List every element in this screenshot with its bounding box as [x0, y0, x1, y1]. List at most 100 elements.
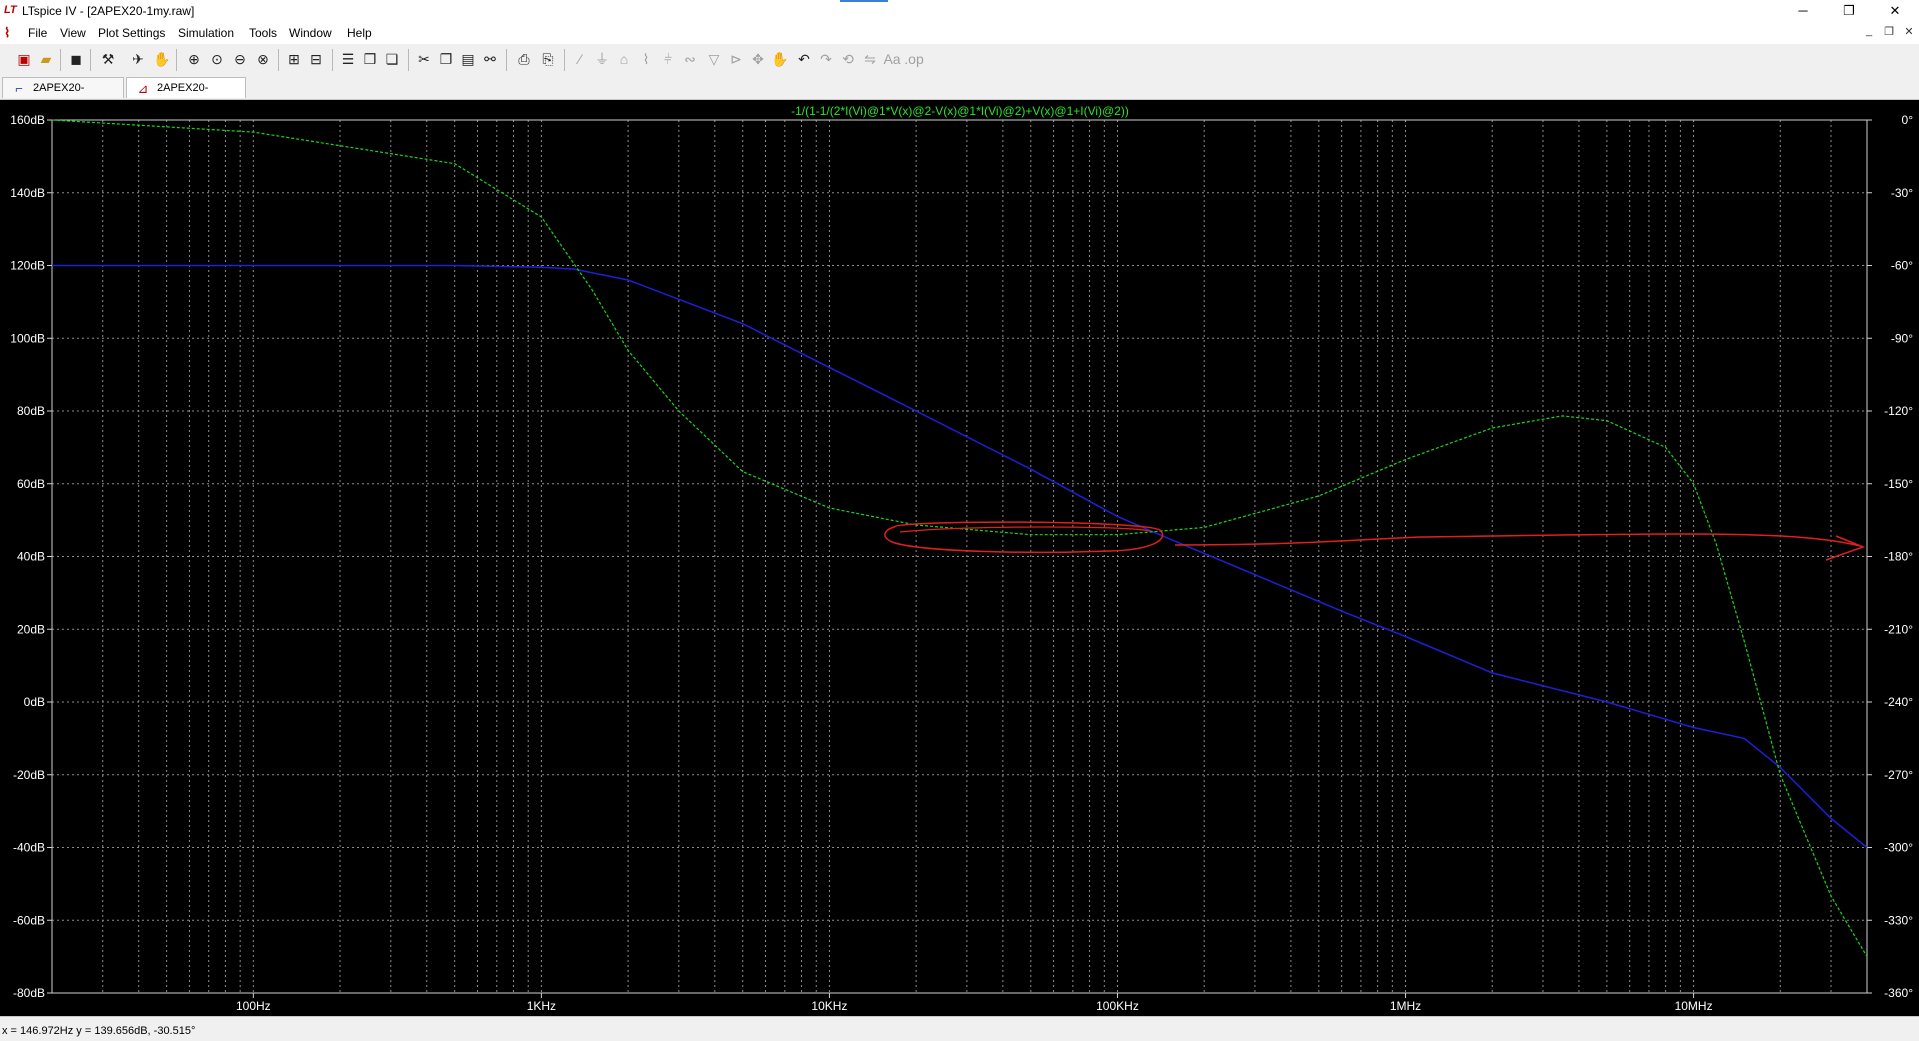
toolbar-separator — [90, 49, 91, 71]
y-right-tick-label: -120° — [1884, 404, 1913, 418]
menu-file[interactable]: File — [26, 25, 49, 41]
y-left-tick-label: 60dB — [17, 477, 45, 491]
tab-waveform[interactable]: ⊿ 2APEX20-1my.raw — [126, 77, 246, 115]
y-right-tick-label: -330° — [1884, 913, 1913, 927]
tile-horizontal-icon[interactable]: ☰ — [338, 49, 358, 69]
y-right-tick-label: -210° — [1884, 622, 1913, 636]
axis-labels: 160dB 140dB 120dB 100dB 80dB 60dB 40dB 20dB 0dB -… — [10, 113, 1913, 1013]
toolbar: ▣ ▰ ◼ ⚒ ✈ ✋ ⊕ ⊙ ⊖ ⊗ ⊞ ⊟ ☰ ❒ ❏ ✂ ❐ ▤ ⚯ ⎙ … — [0, 44, 1919, 76]
print-preview-icon[interactable]: ⎙ — [514, 49, 534, 69]
menu-plot-settings[interactable]: Plot Settings — [96, 25, 167, 41]
tab-schematic[interactable]: ⌐ 2APEX20-1my.asc — [2, 77, 124, 115]
mdi-close-button[interactable]: ✕ — [1902, 25, 1916, 38]
cascade-icon[interactable]: ❏ — [382, 49, 402, 69]
mdi-minimize-button[interactable]: _ — [1862, 25, 1876, 37]
annotation-arrow-line — [1174, 533, 1861, 547]
x-tick-label: 1MHz — [1390, 999, 1421, 1013]
y-right-tick-label: -300° — [1884, 841, 1913, 855]
new-schematic-icon[interactable]: ▣ — [14, 49, 34, 69]
y-left-tick-label: 120dB — [10, 259, 45, 273]
toolbar-separator — [60, 49, 61, 71]
hand-drawn-annotation — [884, 521, 1866, 561]
run-icon[interactable]: ✈ — [128, 49, 148, 69]
drag-icon[interactable]: ✋ — [770, 49, 790, 69]
cut-icon[interactable]: ✂ — [414, 49, 434, 69]
move-icon[interactable]: ✥ — [748, 49, 768, 69]
magnitude-trace — [52, 264, 1868, 849]
inductor-icon[interactable]: ∾ — [680, 49, 700, 69]
zoom-full-icon[interactable]: ⊙ — [207, 49, 227, 69]
undo-icon[interactable]: ↶ — [794, 49, 814, 69]
zoom-out-icon[interactable]: ⊖ — [230, 49, 250, 69]
x-tick-label: 10MHz — [1675, 999, 1713, 1013]
y-left-tick-label: 0dB — [24, 695, 45, 709]
find-icon[interactable]: ⚯ — [480, 49, 500, 69]
y-left-tick-label: 20dB — [17, 622, 45, 636]
print-icon[interactable]: ⎘ — [538, 49, 558, 69]
cursor-readout: x = 146.972Hz y = 139.656dB, -30.515° — [2, 1025, 196, 1037]
document-tab-bar: ⌐ 2APEX20-1my.asc ⊿ 2APEX20-1my.raw — [0, 75, 1919, 115]
restore-button[interactable]: ❐ — [1826, 0, 1872, 22]
menu-window[interactable]: Window — [287, 25, 334, 41]
schematic-icon: ⌐ — [15, 81, 23, 96]
x-tick-label: 10KHz — [811, 999, 847, 1013]
toolbar-separator — [332, 49, 333, 71]
paste-icon[interactable]: ▤ — [458, 49, 478, 69]
plot-frame — [51, 119, 1868, 994]
component-icon[interactable]: ⊳ — [726, 49, 746, 69]
phase-trace — [51, 119, 1868, 957]
halt-icon[interactable]: ✋ — [152, 49, 172, 69]
open-icon[interactable]: ▰ — [36, 49, 56, 69]
label-icon[interactable]: ⌂ — [614, 49, 634, 69]
copy-icon[interactable]: ❐ — [436, 49, 456, 69]
spice-directive-icon[interactable]: .op — [904, 49, 924, 69]
rotate-icon[interactable]: ⟲ — [838, 49, 858, 69]
y-left-tick-label: 80dB — [17, 404, 45, 418]
save-icon[interactable]: ◼ — [66, 49, 86, 69]
y-right-tick-label: -240° — [1884, 695, 1913, 709]
autorange-zoom-icon[interactable]: ⊟ — [306, 49, 326, 69]
y-right-tick-label: -150° — [1884, 477, 1913, 491]
zoom-in-icon[interactable]: ⊕ — [184, 49, 204, 69]
y-right-tick-label: -360° — [1884, 986, 1913, 1000]
grid — [51, 119, 1868, 994]
text-icon[interactable]: Aa — [882, 49, 902, 69]
menu-help[interactable]: Help — [345, 25, 374, 41]
diode-icon[interactable]: ▽ — [704, 49, 724, 69]
toolbar-separator — [408, 49, 409, 71]
y-right-tick-label: -30° — [1891, 186, 1913, 200]
menu-view[interactable]: View — [58, 25, 88, 41]
waveform-plot[interactable]: 160dB 140dB 120dB 100dB 80dB 60dB 40dB 20dB 0dB -… — [0, 100, 1919, 1016]
status-bar: x = 146.972Hz y = 139.656dB, -30.515° — [0, 1016, 1919, 1041]
zoom-cancel-icon[interactable]: ⊗ — [253, 49, 273, 69]
redo-icon[interactable]: ↷ — [816, 49, 836, 69]
wire-icon[interactable]: ∕ — [570, 49, 590, 69]
menu-simulation[interactable]: Simulation — [176, 25, 236, 41]
autorange-icon[interactable]: ⊞ — [284, 49, 304, 69]
menu-tools[interactable]: Tools — [247, 25, 279, 41]
minimize-button[interactable]: ─ — [1780, 0, 1826, 22]
control-panel-icon[interactable]: ⚒ — [98, 49, 118, 69]
y-left-tick-label: 100dB — [10, 331, 45, 345]
y-right-tick-label: -270° — [1884, 768, 1913, 782]
close-button[interactable]: ✕ — [1872, 0, 1918, 22]
mirror-icon[interactable]: ⇋ — [860, 49, 880, 69]
annotation-circle-inner — [899, 526, 1151, 533]
x-tick-label: 100KHz — [1096, 999, 1139, 1013]
x-tick-label: 100Hz — [236, 999, 271, 1013]
y-left-tick-label: -40dB — [13, 841, 45, 855]
resistor-icon[interactable]: ⌇ — [636, 49, 656, 69]
mdi-restore-button[interactable]: ❐ — [1882, 25, 1896, 38]
title-accent-bar — [840, 0, 888, 2]
title-bar: LT LTspice IV - [2APEX20-1my.raw] ─ ❐ ✕ — [0, 0, 1919, 22]
ltspice-logo-icon: LT — [4, 4, 17, 16]
tile-vertical-icon[interactable]: ❒ — [360, 49, 380, 69]
plot-canvas[interactable]: 160dB 140dB 120dB 100dB 80dB 60dB 40dB 20dB 0dB -… — [0, 100, 1919, 1016]
trace-expression-label[interactable]: -1/(1-1/(2*I(Vi)@1*V(x)@2-V(x)@1*I(Vi)@2… — [791, 104, 1129, 118]
capacitor-icon[interactable]: ⫩ — [658, 49, 678, 69]
ground-icon[interactable]: ⏚ — [592, 49, 612, 69]
toolbar-separator — [506, 49, 507, 71]
document-icon[interactable]: ⌇ — [4, 25, 20, 40]
y-right-tick-label: 0° — [1902, 113, 1914, 127]
toolbar-separator — [176, 49, 177, 71]
